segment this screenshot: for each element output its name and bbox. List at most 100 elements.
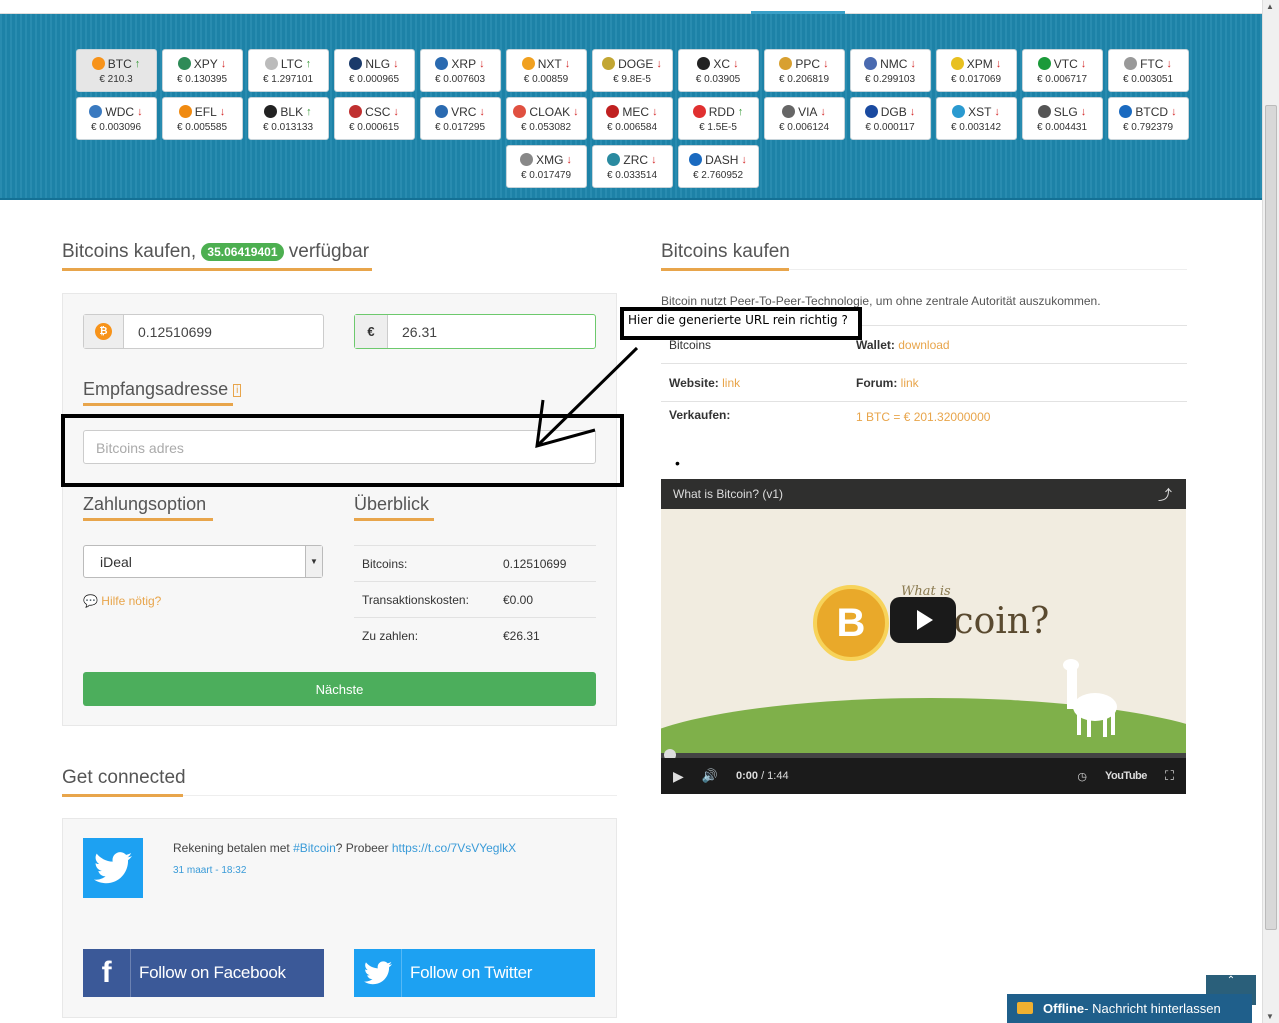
coin-tile-doge[interactable]: DOGE ↓ € 9.8E-5	[591, 49, 673, 92]
coin-price: € 2.760952	[692, 170, 744, 181]
coin-tile-dash[interactable]: DASH ↓ € 2.760952	[677, 145, 759, 188]
coin-symbol: LTC	[280, 56, 303, 71]
coin-symbol-row: RDD ↑	[679, 104, 758, 119]
coin-tile-xpm[interactable]: XPM ↓ € 0.017069	[935, 49, 1017, 92]
coin-icon	[91, 57, 105, 70]
coin-tile-vrc[interactable]: VRC ↓ € 0.017295	[419, 97, 501, 140]
coin-symbol-row: BLK ↑	[249, 104, 328, 119]
share-icon[interactable]: ⤴	[1158, 485, 1172, 505]
wallet-download-link[interactable]: download	[898, 338, 949, 352]
coin-symbol: CLOAK	[529, 104, 571, 119]
coin-price: € 210.3	[99, 74, 133, 85]
tweet-url-link[interactable]: https://t.co/7VsVYeglkX	[392, 841, 516, 855]
coin-tile-efl[interactable]: EFL ↓ € 0.005585	[161, 97, 243, 140]
fullscreen-icon[interactable]: ⛶	[1165, 768, 1174, 784]
trend-down-icon: ↓	[995, 57, 1002, 70]
coin-tile-ppc[interactable]: PPC ↓ € 0.206819	[763, 49, 845, 92]
coin-price: € 0.206819	[778, 74, 830, 85]
coin-tile-slg[interactable]: SLG ↓ € 0.004431	[1021, 97, 1103, 140]
follow-twitter-button[interactable]: Follow on Twitter	[354, 949, 595, 997]
coin-tile-xc[interactable]: XC ↓ € 0.03905	[677, 49, 759, 92]
overview-row-bitcoins: Bitcoins: 0.12510699	[354, 545, 596, 581]
twitter-avatar[interactable]	[83, 838, 143, 898]
twitter-bird-icon	[94, 852, 132, 884]
help-link[interactable]: 💬 Hilfe nötig?	[83, 594, 161, 608]
coin-tile-blk[interactable]: BLK ↑ € 0.013133	[247, 97, 329, 140]
coin-tile-btcd[interactable]: BTCD ↓ € 0.792379	[1107, 97, 1189, 140]
trend-up-icon: ↑	[134, 57, 141, 70]
video-title-bar: What is Bitcoin? (v1) ⤴	[661, 479, 1186, 509]
coin-icon	[89, 105, 103, 118]
offline-chat-widget[interactable]: Offline - Nachricht hinterlassen	[1007, 994, 1252, 1023]
page-scrollbar[interactable]: ▲ ▼	[1262, 0, 1279, 1023]
coin-tile-csc[interactable]: CSC ↓ € 0.000615	[333, 97, 415, 140]
forum-label: Forum:	[856, 375, 898, 390]
tweet-date[interactable]: 31 maart - 18:32	[173, 865, 246, 876]
coin-tile-nlg[interactable]: NLG ↓ € 0.000965	[333, 49, 415, 92]
play-button[interactable]	[890, 597, 956, 643]
coin-tile-xst[interactable]: XST ↓ € 0.003142	[935, 97, 1017, 140]
coin-tile-ltc[interactable]: LTC ↑ € 1.297101	[247, 49, 329, 92]
coin-tile-mec[interactable]: MEC ↓ € 0.006584	[591, 97, 673, 140]
trend-down-icon: ↓	[656, 57, 662, 70]
coin-tile-wdc[interactable]: WDC ↓ € 0.003096	[75, 97, 157, 140]
coin-icon	[521, 57, 535, 70]
coin-tile-rdd[interactable]: RDD ↑ € 1.5E-5	[677, 97, 759, 140]
coin-tile-nmc[interactable]: NMC ↓ € 0.299103	[849, 49, 931, 92]
trend-up-icon: ↑	[305, 57, 312, 70]
coin-symbol: BLK	[280, 104, 304, 119]
chevron-down-icon[interactable]: ▼	[305, 546, 322, 577]
next-button[interactable]: Nächste	[83, 672, 596, 706]
buy-section-title: Bitcoins kaufen, 35.06419401 verfügbar	[62, 241, 372, 271]
coin-symbol: WDC	[105, 104, 135, 119]
coin-price: € 0.004431	[1036, 122, 1088, 133]
payment-option-select[interactable]: iDeal ▼	[83, 545, 323, 578]
sell-label: Verkaufen:	[669, 408, 731, 422]
coin-tile-dgb[interactable]: DGB ↓ € 0.000117	[849, 97, 931, 140]
watch-later-icon[interactable]: ◷	[1077, 770, 1087, 783]
coin-symbol-row: DGB ↓	[851, 104, 930, 119]
coin-icon	[607, 153, 621, 166]
info-icon[interactable]: i	[233, 383, 242, 397]
coin-price: € 0.053082	[520, 122, 572, 133]
website-link[interactable]: link	[722, 376, 740, 390]
chat-label: - Nachricht hinterlassen	[1084, 1001, 1221, 1016]
coin-symbol: EFL	[194, 104, 217, 119]
coin-tile-btc[interactable]: BTC ↑ € 210.3	[75, 49, 157, 92]
trend-up-icon: ↑	[737, 105, 744, 118]
play-icon	[917, 610, 933, 630]
follow-facebook-button[interactable]: f Follow on Facebook	[83, 949, 324, 997]
coin-symbol: NXT	[537, 56, 562, 71]
forum-link[interactable]: link	[901, 376, 919, 390]
coin-tile-xpy[interactable]: XPY ↓ € 0.130395	[161, 49, 243, 92]
scrollbar-thumb[interactable]	[1265, 105, 1277, 930]
play-control-icon[interactable]: ▶	[673, 768, 684, 785]
coin-symbol-row: MEC ↓	[593, 104, 672, 119]
youtube-logo[interactable]: YouTube	[1105, 770, 1147, 782]
wallet-cell: Wallet: download	[856, 338, 950, 352]
scroll-down-icon[interactable]: ▼	[1266, 1012, 1274, 1021]
coin-tile-ftc[interactable]: FTC ↓ € 0.003051	[1107, 49, 1189, 92]
btc-amount-field[interactable]: ₿ 0.12510699	[83, 314, 324, 349]
trend-down-icon: ↓	[564, 57, 571, 70]
scroll-up-icon[interactable]: ▲	[1266, 2, 1274, 11]
coin-tile-vtc[interactable]: VTC ↓ € 0.006717	[1021, 49, 1103, 92]
coin-tile-xmg[interactable]: XMG ↓ € 0.017479	[505, 145, 587, 188]
bitcoin-icon: ₿	[95, 323, 112, 340]
trend-down-icon: ↓	[573, 105, 579, 118]
coin-symbol: CSC	[365, 104, 391, 119]
trend-down-icon: ↓	[566, 153, 572, 166]
coin-price: € 0.007603	[434, 74, 486, 85]
coin-tile-zrc[interactable]: ZRC ↓ € 0.033514	[591, 145, 673, 188]
coin-tile-cloak[interactable]: CLOAK ↓ € 0.053082	[505, 97, 587, 140]
coin-tile-nxt[interactable]: NXT ↓ € 0.00859	[505, 49, 587, 92]
coin-icon	[779, 57, 793, 70]
trend-down-icon: ↓	[393, 105, 399, 118]
volume-icon[interactable]: 🔊	[702, 768, 718, 784]
coin-tile-via[interactable]: VIA ↓ € 0.006124	[763, 97, 845, 140]
youtube-video-player[interactable]: B What is Bitcoin? What is Bitcoin? (v1)…	[661, 479, 1186, 794]
tweet-hashtag-link[interactable]: #Bitcoin	[293, 841, 336, 855]
trend-down-icon: ↓	[741, 153, 747, 166]
coin-price: € 0.299103	[864, 74, 916, 85]
coin-tile-xrp[interactable]: XRP ↓ € 0.007603	[419, 49, 501, 92]
